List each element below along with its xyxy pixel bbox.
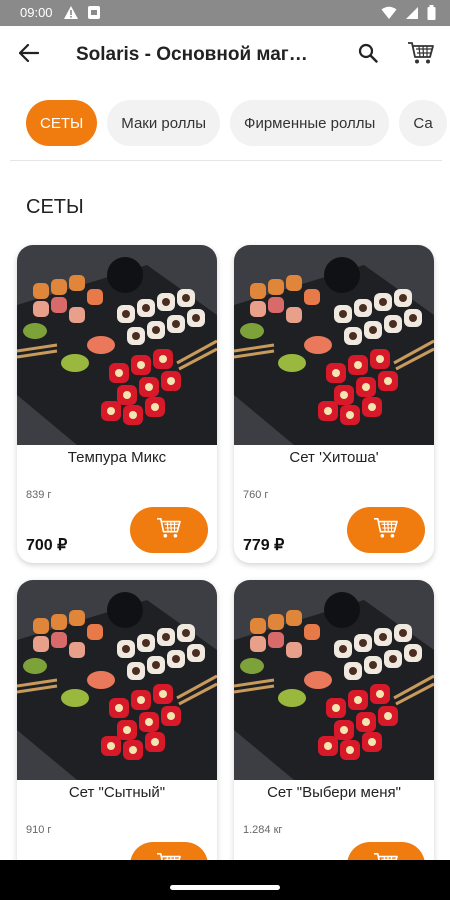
product-weight: 839 г: [26, 489, 52, 501]
page-title: Solaris - Основной магазин: [76, 44, 311, 65]
product-photo: [234, 580, 434, 780]
product-card[interactable]: Сет 'Хитоша' 760 г 779 ₽: [234, 245, 434, 563]
warning-icon: [63, 5, 79, 23]
battery-icon: [427, 5, 436, 23]
add-to-cart-button[interactable]: [347, 507, 425, 553]
product-card[interactable]: Темпура Микс 839 г 700 ₽: [17, 245, 217, 563]
system-nav-bar: [0, 860, 450, 900]
product-name: Сет "Сытный": [68, 784, 166, 801]
product-name: Темпура Микс: [67, 449, 167, 466]
product-price: 700 ₽: [26, 537, 68, 554]
product-photo: [234, 245, 434, 445]
status-bar: 09:00: [0, 0, 450, 26]
cart-icon: [373, 517, 399, 544]
product-price: 779 ₽: [243, 537, 285, 554]
home-indicator[interactable]: [170, 885, 280, 890]
category-chip-signature[interactable]: Фирменные роллы: [230, 100, 390, 146]
product-card[interactable]: Сет "Выбери меня" 1.284 кг: [234, 580, 434, 898]
product-card[interactable]: Сет "Сытный" 910 г: [17, 580, 217, 898]
divider: [10, 160, 442, 161]
product-weight: 760 г: [243, 489, 269, 501]
product-photo: [17, 580, 217, 780]
sim-icon: [87, 5, 101, 23]
product-weight: 910 г: [26, 824, 52, 836]
back-button[interactable]: [14, 40, 44, 70]
screen: 09:00 Solaris - Основной магазин СЕТЫ Ма…: [0, 0, 450, 900]
wifi-icon: [381, 6, 397, 23]
category-chip-sets[interactable]: СЕТЫ: [26, 100, 98, 146]
product-weight: 1.284 кг: [243, 824, 283, 836]
product-name: Сет "Выбери меня": [267, 784, 401, 801]
search-icon: [358, 43, 378, 68]
cart-icon: [407, 41, 435, 70]
category-tabs: СЕТЫ Маки роллы Фирменные роллы Са: [26, 100, 447, 148]
product-name: Сет 'Хитоша': [289, 449, 379, 466]
signal-icon: [405, 6, 419, 23]
section-title: СЕТЫ: [26, 196, 84, 218]
add-to-cart-button[interactable]: [130, 507, 208, 553]
product-photo: [17, 245, 217, 445]
search-button[interactable]: [353, 40, 383, 70]
app-bar: Solaris - Основной магазин: [0, 26, 450, 84]
status-time: 09:00: [20, 5, 53, 20]
cart-icon: [156, 517, 182, 544]
arrow-left-icon: [18, 43, 40, 67]
category-chip-next[interactable]: Са: [399, 100, 447, 146]
cart-button[interactable]: [404, 40, 438, 70]
category-chip-maki[interactable]: Маки роллы: [107, 100, 221, 146]
